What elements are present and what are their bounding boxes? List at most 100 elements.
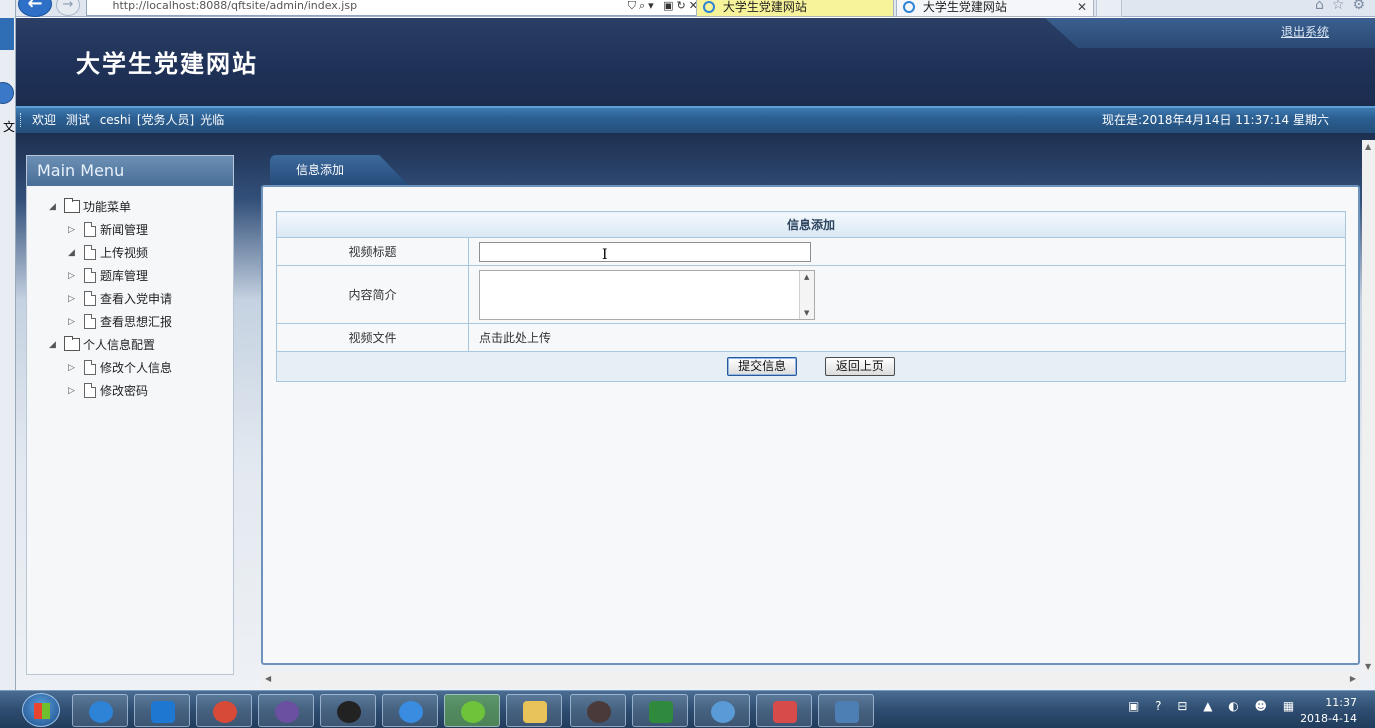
taskbar-excel[interactable] bbox=[632, 694, 688, 727]
system-tray-icons[interactable]: ▣ ? ⊟ ▲ ◐ ☻ ▦ bbox=[1128, 699, 1300, 713]
text-cursor-icon: I bbox=[602, 247, 608, 263]
edge-text: 文 bbox=[3, 120, 16, 134]
page-icon bbox=[84, 360, 96, 375]
folder-icon bbox=[523, 701, 547, 723]
clock[interactable]: 11:37 2018-4-14 bbox=[1300, 695, 1357, 727]
magnifier-icon bbox=[711, 701, 735, 723]
taskbar-app-2[interactable] bbox=[134, 694, 190, 727]
sidebar-item-label: 修改个人信息 bbox=[100, 361, 173, 375]
collapsed-arrow-icon: ▷ bbox=[68, 225, 75, 235]
sidebar-item-change-password[interactable]: ▷ 修改密码 bbox=[27, 380, 233, 403]
tree-group-functions[interactable]: ◢ 功能菜单 bbox=[27, 196, 233, 219]
ie-icon bbox=[89, 701, 113, 723]
menu-tree: ◢ 功能菜单 ▷ 新闻管理 ◢ 上传视频 ▷ 题库管理 ▷ 查看入党申请 ▷ 查… bbox=[27, 186, 233, 403]
browser-tab-2[interactable]: 大学生党建网站 ✕ bbox=[896, 0, 1094, 17]
collapsed-arrow-icon: ▷ bbox=[68, 363, 75, 373]
list-app-icon bbox=[151, 701, 175, 723]
page-icon bbox=[84, 314, 96, 329]
address-bar[interactable]: http://localhost:8088/qftsite/admin/inde… bbox=[86, 0, 706, 16]
scroll-up-icon[interactable]: ▲ bbox=[804, 273, 809, 281]
expanded-arrow-icon[interactable]: ◢ bbox=[49, 196, 56, 219]
eclipse-icon bbox=[275, 701, 299, 723]
desktop-left-strip: 文 bbox=[0, 0, 16, 690]
sidebar-item-label: 查看入党申请 bbox=[100, 292, 173, 306]
sidebar-item-upload-video[interactable]: ◢ 上传视频 bbox=[27, 242, 233, 265]
taskbar-explorer[interactable] bbox=[506, 694, 562, 727]
welcome-text: 欢迎 测试 ceshi [党务人员] 光临 bbox=[32, 108, 230, 132]
sidebar-item-label: 修改密码 bbox=[100, 384, 149, 398]
sidebar: Main Menu ◢ 功能菜单 ▷ 新闻管理 ◢ 上传视频 ▷ 题库管理 ▷ … bbox=[26, 155, 234, 675]
clock-date: 2018-4-14 bbox=[1300, 712, 1357, 725]
form-header: 信息添加 bbox=[276, 211, 1346, 238]
scroll-right-icon[interactable]: ▶ bbox=[1350, 674, 1356, 683]
sidebar-item-question-bank[interactable]: ▷ 题库管理 bbox=[27, 265, 233, 288]
excel-icon bbox=[649, 701, 673, 723]
sidebar-item-applications[interactable]: ▷ 查看入党申请 bbox=[27, 288, 233, 311]
welcome-greeting: 欢迎 bbox=[32, 113, 57, 127]
welcome-user: ceshi bbox=[99, 113, 131, 127]
logout-link[interactable]: 退出系统 bbox=[1281, 23, 1329, 40]
sidebar-title: Main Menu bbox=[27, 156, 233, 186]
submit-button[interactable]: 提交信息 bbox=[727, 357, 798, 376]
sidebar-item-news[interactable]: ▷ 新闻管理 bbox=[27, 219, 233, 242]
sidebar-item-label: 题库管理 bbox=[100, 269, 149, 283]
taskbar-photo[interactable] bbox=[570, 694, 626, 727]
back-button[interactable]: 返回上页 bbox=[824, 357, 895, 376]
new-tab-button[interactable] bbox=[1096, 0, 1122, 17]
back-arrow-icon[interactable]: ← bbox=[18, 0, 52, 17]
collapsed-arrow-icon: ▷ bbox=[68, 386, 75, 396]
video-title-label: 视频标题 bbox=[276, 237, 469, 266]
folder-icon bbox=[64, 336, 80, 351]
scroll-up-icon[interactable]: ▲ bbox=[1365, 142, 1371, 151]
sidebar-item-reports[interactable]: ▷ 查看思想汇报 bbox=[27, 311, 233, 334]
sidebar-item-label: 新闻管理 bbox=[100, 223, 149, 237]
browser-menu-icons[interactable]: ⌂☆⚙ bbox=[1315, 0, 1373, 13]
welcome-name: 测试 bbox=[65, 113, 90, 127]
page-icon bbox=[84, 222, 96, 237]
taskbar-notepad[interactable] bbox=[756, 694, 812, 727]
cloud-icon bbox=[399, 701, 423, 723]
tree-group-label: 功能菜单 bbox=[83, 200, 132, 214]
upload-link[interactable]: 点击此处上传 bbox=[479, 331, 551, 345]
sidebar-item-label: 上传视频 bbox=[100, 246, 149, 260]
sidebar-item-edit-profile[interactable]: ▷ 修改个人信息 bbox=[27, 357, 233, 380]
taskbar-green-app[interactable] bbox=[444, 694, 500, 727]
taskbar-chrome[interactable] bbox=[196, 694, 252, 727]
page-icon bbox=[91, 0, 103, 11]
taskbar-eclipse[interactable] bbox=[258, 694, 314, 727]
address-tools-icons[interactable]: ⛉⌕▾ ▣↻✕ bbox=[628, 0, 701, 13]
close-tab-icon[interactable]: ✕ bbox=[1077, 0, 1087, 16]
taskbar-ie[interactable] bbox=[72, 694, 128, 727]
video-title-input[interactable] bbox=[479, 241, 811, 262]
start-button[interactable] bbox=[22, 693, 60, 727]
collapsed-arrow-icon: ▷ bbox=[68, 317, 75, 327]
page-icon bbox=[84, 383, 96, 398]
sidebar-item-label: 查看思想汇报 bbox=[100, 315, 173, 329]
scroll-down-icon[interactable]: ▼ bbox=[1365, 662, 1371, 671]
textarea-scrollbar[interactable]: ▲ ▼ bbox=[799, 270, 814, 319]
taskbar-qq[interactable] bbox=[320, 694, 376, 727]
intro-textarea[interactable]: ▲ ▼ bbox=[479, 269, 815, 320]
browser-tab-1[interactable]: 大学生党建网站 bbox=[696, 0, 894, 17]
expanded-arrow-icon: ◢ bbox=[68, 248, 75, 258]
scroll-left-icon[interactable]: ◀ bbox=[265, 674, 271, 683]
vertical-scrollbar[interactable]: ▲ ▼ bbox=[1362, 140, 1375, 673]
notepad-icon bbox=[773, 701, 797, 723]
green-app-icon bbox=[461, 701, 485, 723]
welcome-role: [党务人员] bbox=[136, 113, 195, 127]
taskbar-picture[interactable] bbox=[818, 694, 874, 727]
tab-2-label: 大学生党建网站 bbox=[922, 0, 1007, 14]
info-add-form: 信息添加 视频标题 内容简介 ▲ ▼ 视频文件 点击此处上传 提交信息 返回上页 bbox=[276, 211, 1346, 382]
scroll-down-icon[interactable]: ▼ bbox=[804, 309, 809, 317]
forward-arrow-icon[interactable]: → bbox=[56, 0, 80, 16]
taskbar-cloud[interactable] bbox=[382, 694, 438, 727]
horizontal-scrollbar[interactable]: ◀ ▶ bbox=[261, 673, 1360, 688]
taskbar-search[interactable] bbox=[694, 694, 750, 727]
tree-group-personal[interactable]: ◢ 个人信息配置 bbox=[27, 334, 233, 357]
welcome-suffix: 光临 bbox=[200, 113, 225, 127]
expanded-arrow-icon[interactable]: ◢ bbox=[49, 334, 56, 357]
video-file-cell: 点击此处上传 bbox=[468, 323, 1346, 352]
site-title: 大学生党建网站 bbox=[76, 49, 258, 78]
collapsed-arrow-icon: ▷ bbox=[68, 271, 75, 281]
video-title-cell bbox=[468, 237, 1346, 266]
